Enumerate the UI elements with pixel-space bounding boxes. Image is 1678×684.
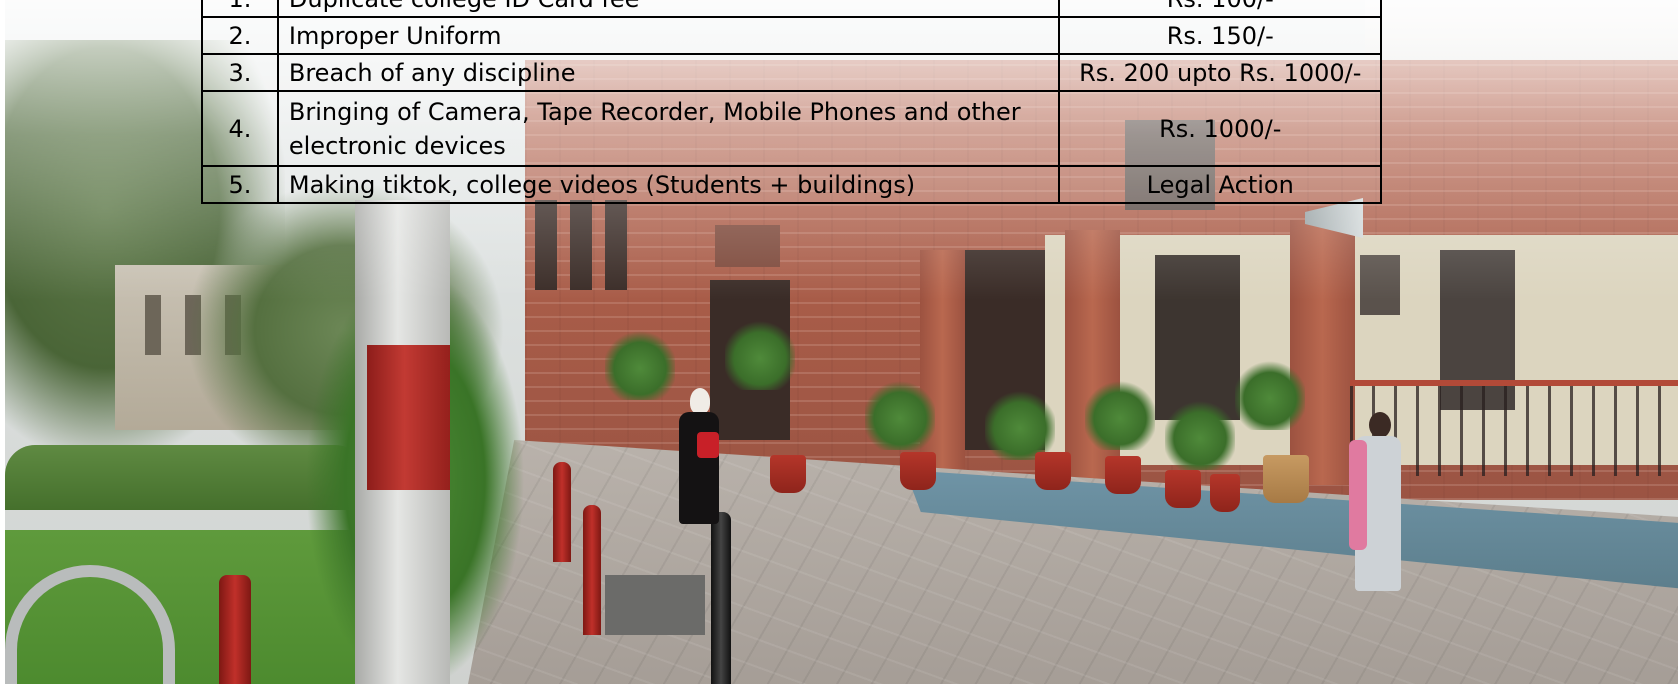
- row-amount: Rs. 150/-: [1058, 16, 1382, 55]
- row-number: 1.: [201, 0, 279, 18]
- flower-pot: [1035, 452, 1071, 490]
- potted-plant: [605, 330, 675, 400]
- row-description: Bringing of Camera, Tape Recorder, Mobil…: [276, 90, 1061, 167]
- flower-pot: [1165, 470, 1201, 508]
- potted-plant: [1235, 360, 1305, 430]
- table-row: 4. Bringing of Camera, Tape Recorder, Mo…: [201, 90, 1382, 167]
- potted-plant: [985, 390, 1055, 460]
- window: [145, 295, 161, 355]
- table-row: 2. Improper Uniform Rs. 150/-: [201, 16, 1382, 55]
- planter-stand: [605, 575, 705, 635]
- potted-plant: [1165, 400, 1235, 470]
- barrier-post: [553, 462, 571, 562]
- flower-pot: [770, 455, 806, 493]
- potted-plant: [725, 320, 795, 390]
- row-description: Duplicate college ID Card fee: [276, 0, 1061, 18]
- flower-pot: [900, 452, 936, 490]
- row-number: 5.: [201, 165, 279, 204]
- potted-plant: [1085, 380, 1155, 450]
- person-head: [1369, 412, 1391, 438]
- page: 1. Duplicate college ID Card fee Rs. 100…: [0, 0, 1678, 684]
- row-amount: Rs. 200 upto Rs. 1000/-: [1058, 53, 1382, 92]
- row-number: 2.: [201, 16, 279, 55]
- person-body: [679, 412, 719, 524]
- barrier-post: [583, 505, 601, 635]
- person-bag: [697, 432, 719, 458]
- row-amount: Rs. 100/-: [1058, 0, 1382, 18]
- tree-trunk-red-band: [367, 345, 450, 490]
- row-description: Breach of any discipline: [276, 53, 1061, 92]
- person-scarf: [1349, 440, 1367, 550]
- person-walking: [673, 388, 723, 528]
- barrier-post-black: [711, 512, 731, 684]
- barrier-post: [219, 575, 251, 684]
- table-row: 5. Making tiktok, college videos (Studen…: [201, 165, 1382, 204]
- row-number: 3.: [201, 53, 279, 92]
- person-standing: [1345, 412, 1415, 597]
- potted-plant: [865, 380, 935, 450]
- flower-pot: [1105, 456, 1141, 494]
- row-description: Improper Uniform: [276, 16, 1061, 55]
- row-amount: Rs. 1000/-: [1058, 90, 1382, 167]
- flower-pot: [1263, 455, 1309, 503]
- row-number: 4.: [201, 90, 279, 167]
- table-row: 1. Duplicate college ID Card fee Rs. 100…: [201, 0, 1382, 18]
- fines-table: 1. Duplicate college ID Card fee Rs. 100…: [201, 0, 1382, 204]
- table-row: 3. Breach of any discipline Rs. 200 upto…: [201, 53, 1382, 92]
- person-head: [690, 388, 710, 414]
- row-description: Making tiktok, college videos (Students …: [276, 165, 1061, 204]
- row-amount: Legal Action: [1058, 165, 1382, 204]
- flower-pot: [1210, 474, 1240, 512]
